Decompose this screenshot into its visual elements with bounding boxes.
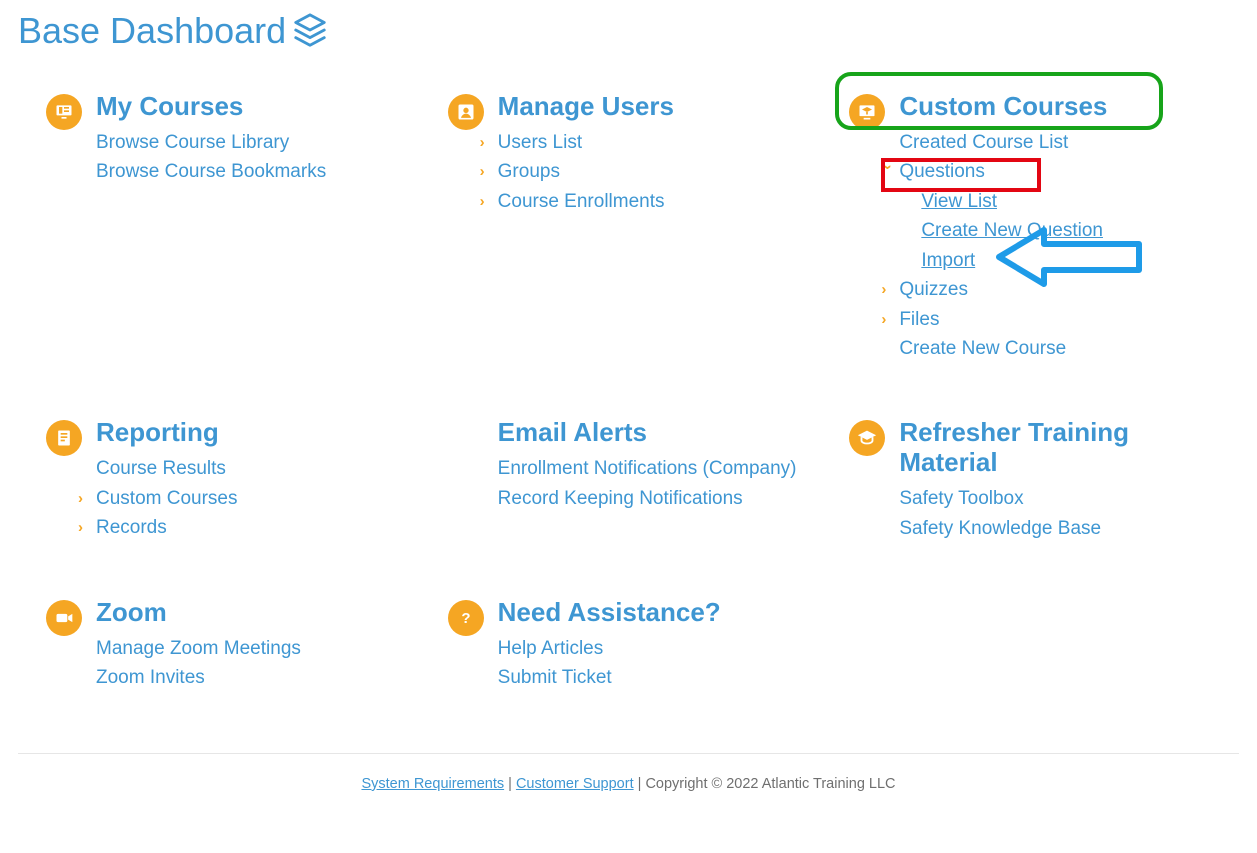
chevron-right-icon: ›: [881, 278, 895, 301]
card-reporting: Reporting Course Results ›Custom Courses…: [46, 418, 408, 543]
camera-icon: [46, 600, 82, 636]
card-title[interactable]: Email Alerts: [498, 418, 810, 448]
card-custom-courses: Custom Courses Created Course List ›Ques…: [849, 92, 1211, 363]
link-groups[interactable]: ›Groups: [498, 157, 810, 186]
card-title[interactable]: My Courses: [96, 92, 408, 122]
link-submit-ticket[interactable]: Submit Ticket: [498, 663, 810, 692]
link-system-requirements[interactable]: System Requirements: [361, 776, 504, 792]
link-label: Users List: [498, 128, 582, 157]
link-label: Records: [96, 513, 167, 542]
link-safety-knowledge-base[interactable]: Safety Knowledge Base: [899, 514, 1211, 543]
page-header: Base Dashboard: [18, 10, 1239, 52]
chevron-right-icon: ›: [480, 131, 494, 154]
card-need-assistance: ? Need Assistance? Help Articles Submit …: [448, 598, 810, 693]
link-label: Groups: [498, 157, 560, 186]
link-customer-support[interactable]: Customer Support: [516, 776, 634, 792]
chevron-right-icon: ›: [78, 516, 92, 539]
link-records[interactable]: ›Records: [96, 513, 408, 542]
layers-icon: [290, 11, 330, 51]
card-zoom: Zoom Manage Zoom Meetings Zoom Invites: [46, 598, 408, 693]
graduation-monitor-icon: [849, 94, 885, 130]
link-files[interactable]: ›Files: [899, 305, 1211, 334]
footer-copyright: Copyright © 2022 Atlantic Training LLC: [645, 776, 895, 792]
document-icon: [46, 420, 82, 456]
graduation-cap-icon: [849, 420, 885, 456]
user-icon: [448, 94, 484, 130]
link-create-new-question[interactable]: Create New Question: [921, 216, 1211, 245]
link-label: Custom Courses: [96, 484, 238, 513]
chevron-right-icon: ›: [881, 308, 895, 331]
link-custom-courses[interactable]: ›Custom Courses: [96, 484, 408, 513]
card-title[interactable]: Zoom: [96, 598, 408, 628]
link-users-list[interactable]: ›Users List: [498, 128, 810, 157]
chevron-right-icon: ›: [480, 190, 494, 213]
link-manage-zoom-meetings[interactable]: Manage Zoom Meetings: [96, 634, 408, 663]
link-label: Course Enrollments: [498, 187, 665, 216]
link-view-list[interactable]: View List: [921, 187, 1211, 216]
card-my-courses: My Courses Browse Course Library Browse …: [46, 92, 408, 363]
link-label: Questions: [899, 157, 985, 186]
card-refresher-training: Refresher Training Material Safety Toolb…: [849, 418, 1211, 543]
monitor-icon: [46, 94, 82, 130]
link-label: Quizzes: [899, 275, 968, 304]
card-title[interactable]: Reporting: [96, 418, 408, 448]
card-title[interactable]: Custom Courses: [899, 92, 1211, 122]
blank-icon: [448, 420, 484, 456]
card-email-alerts: Email Alerts Enrollment Notifications (C…: [448, 418, 810, 543]
link-course-results[interactable]: Course Results: [96, 454, 408, 483]
link-zoom-invites[interactable]: Zoom Invites: [96, 663, 408, 692]
dashboard-grid: My Courses Browse Course Library Browse …: [18, 92, 1239, 693]
card-title[interactable]: Refresher Training Material: [899, 418, 1159, 478]
link-help-articles[interactable]: Help Articles: [498, 634, 810, 663]
card-title[interactable]: Need Assistance?: [498, 598, 810, 628]
footer-separator: |: [508, 776, 516, 792]
link-create-new-course[interactable]: Create New Course: [899, 334, 1211, 363]
svg-text:?: ?: [461, 610, 470, 627]
link-label: Files: [899, 305, 939, 334]
chevron-right-icon: ›: [78, 487, 92, 510]
chevron-down-icon: ›: [877, 165, 900, 179]
link-questions[interactable]: ›Questions: [899, 157, 1211, 186]
card-manage-users: Manage Users ›Users List ›Groups ›Course…: [448, 92, 810, 363]
chevron-right-icon: ›: [480, 160, 494, 183]
link-browse-library[interactable]: Browse Course Library: [96, 128, 408, 157]
link-record-keeping-notifications[interactable]: Record Keeping Notifications: [498, 484, 810, 513]
page-title: Base Dashboard: [18, 10, 286, 52]
question-icon: ?: [448, 600, 484, 636]
link-created-course-list[interactable]: Created Course List: [899, 128, 1211, 157]
link-quizzes[interactable]: ›Quizzes: [899, 275, 1211, 304]
card-title[interactable]: Manage Users: [498, 92, 810, 122]
footer: System Requirements | Customer Support |…: [18, 753, 1239, 812]
link-safety-toolbox[interactable]: Safety Toolbox: [899, 484, 1211, 513]
link-import[interactable]: Import: [921, 246, 1211, 275]
link-course-enrollments[interactable]: ›Course Enrollments: [498, 187, 810, 216]
link-enrollment-notifications[interactable]: Enrollment Notifications (Company): [498, 454, 810, 483]
link-browse-bookmarks[interactable]: Browse Course Bookmarks: [96, 157, 408, 186]
